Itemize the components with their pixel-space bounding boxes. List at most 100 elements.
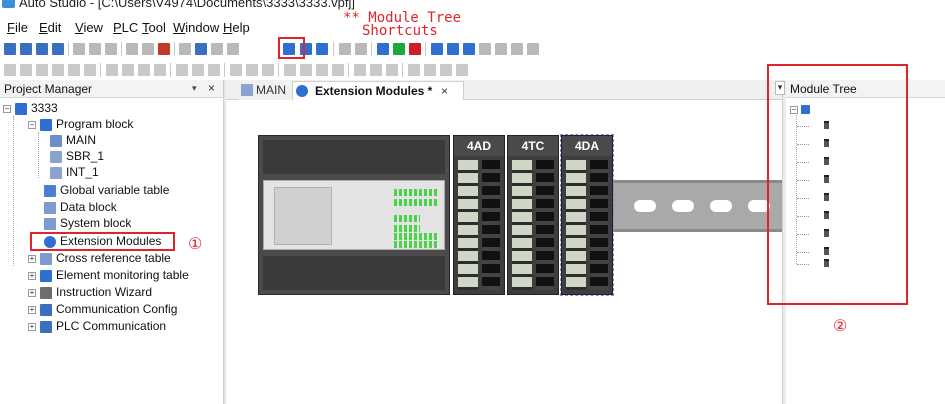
redo-icon[interactable] [142, 43, 154, 55]
toolbar-separator [100, 63, 101, 77]
delete-icon[interactable] [158, 43, 170, 55]
compare-icon[interactable] [447, 43, 459, 55]
tree-item-data-block[interactable]: Data block [32, 200, 222, 216]
menu-plc[interactable]: PLC [113, 20, 138, 35]
tree-item-main[interactable]: MAIN [50, 133, 170, 149]
menu-help[interactable]: Help [223, 20, 250, 35]
run-icon[interactable] [393, 43, 405, 55]
arrow-down-icon[interactable] [456, 64, 468, 76]
stop-icon[interactable] [409, 43, 421, 55]
insert-row-icon[interactable] [36, 64, 48, 76]
new-icon[interactable] [4, 43, 16, 55]
undo-icon[interactable] [126, 43, 138, 55]
ladder-icon[interactable] [4, 64, 16, 76]
input-leds [394, 199, 438, 206]
menu-tool[interactable]: Tool [142, 20, 166, 35]
box-icon[interactable] [20, 64, 32, 76]
tree-item-program-block[interactable]: − Program block [28, 117, 208, 133]
toolbar-separator [425, 42, 426, 56]
download-icon[interactable] [377, 43, 389, 55]
toolbar-separator [278, 63, 279, 77]
replace-icon[interactable] [195, 43, 207, 55]
contact-n-icon[interactable] [154, 64, 166, 76]
annotation-marker-2: ② [833, 316, 848, 335]
collapse-icon[interactable]: − [28, 121, 36, 129]
goto-icon[interactable] [211, 43, 223, 55]
tab-close-button[interactable]: × [441, 84, 448, 98]
coil-icon[interactable] [230, 64, 242, 76]
monitor-icon[interactable] [463, 43, 475, 55]
coil-set-icon[interactable] [246, 64, 258, 76]
tab-extension-modules[interactable]: Extension Modules * × [292, 81, 464, 100]
panel-right-icon[interactable] [316, 43, 328, 55]
rail-slot [710, 200, 732, 212]
expand-icon[interactable]: + [28, 255, 36, 263]
line-draw-icon[interactable] [408, 64, 420, 76]
expand-icon[interactable]: + [28, 306, 36, 314]
expand-icon[interactable]: + [28, 323, 36, 331]
bracket-icon[interactable] [386, 64, 398, 76]
jump-icon[interactable] [316, 64, 328, 76]
tab-main[interactable]: MAIN [238, 81, 300, 100]
branch-icon[interactable] [208, 64, 220, 76]
module-4tc[interactable]: 4TC [507, 135, 559, 295]
open-icon[interactable] [20, 43, 32, 55]
watch-icon[interactable] [511, 43, 523, 55]
collapse-icon[interactable]: − [3, 105, 11, 113]
compare-contact-icon[interactable] [354, 64, 366, 76]
expand-icon[interactable]: + [28, 289, 36, 297]
annotation-marker-1: ① [188, 234, 203, 253]
compile-icon[interactable] [339, 43, 351, 55]
delete-col-icon[interactable] [84, 64, 96, 76]
line-erase-icon[interactable] [424, 64, 436, 76]
close-icon[interactable]: × [208, 81, 215, 95]
tree-item-element-monitoring[interactable]: + Element monitoring table [28, 268, 223, 284]
call-icon[interactable] [300, 64, 312, 76]
plc-terminal-bottom [263, 256, 445, 290]
insert-col-icon[interactable] [52, 64, 64, 76]
menu-edit[interactable]: Edit [39, 20, 61, 35]
watch-all-icon[interactable] [527, 43, 539, 55]
save-icon[interactable] [36, 43, 48, 55]
box-contact-icon[interactable] [370, 64, 382, 76]
module-sockets [536, 160, 554, 290]
lock-icon[interactable] [495, 43, 507, 55]
tree-item-plc-communication[interactable]: + PLC Communication [28, 319, 223, 335]
menu-file[interactable]: File [7, 20, 28, 35]
plc-cpu-module[interactable] [258, 135, 450, 295]
tree-item-root[interactable]: − 3333 [3, 101, 203, 117]
toolbar-separator [174, 42, 175, 56]
status-icon[interactable] [479, 43, 491, 55]
delete-row-icon[interactable] [68, 64, 80, 76]
tree-item-cross-reference[interactable]: + Cross reference table [28, 251, 223, 267]
print-icon[interactable] [227, 43, 239, 55]
save-all-icon[interactable] [52, 43, 64, 55]
coil-reset-icon[interactable] [262, 64, 274, 76]
toolbar-separator [333, 42, 334, 56]
label-icon[interactable] [332, 64, 344, 76]
cut-icon[interactable] [73, 43, 85, 55]
tree-item-system-block[interactable]: System block [32, 216, 222, 232]
menu-window[interactable]: Window [173, 20, 219, 35]
function-icon[interactable] [284, 64, 296, 76]
tree-item-sbr[interactable]: SBR_1 [50, 149, 170, 165]
menu-view[interactable]: View [75, 20, 103, 35]
tree-item-instruction-wizard[interactable]: + Instruction Wizard [28, 285, 223, 301]
module-4ad[interactable]: 4AD [453, 135, 505, 295]
tree-item-communication-config[interactable]: + Communication Config [28, 302, 223, 318]
paste-icon[interactable] [105, 43, 117, 55]
expand-icon[interactable]: + [28, 272, 36, 280]
contact-no-icon[interactable] [106, 64, 118, 76]
tree-item-global-variables[interactable]: Global variable table [32, 183, 222, 199]
contact-p-icon[interactable] [138, 64, 150, 76]
compile-all-icon[interactable] [355, 43, 367, 55]
pin-icon[interactable]: ▾ [192, 83, 197, 94]
upload-icon[interactable] [431, 43, 443, 55]
vline-icon[interactable] [192, 64, 204, 76]
arrow-up-icon[interactable] [440, 64, 452, 76]
hline-icon[interactable] [176, 64, 188, 76]
contact-nc-icon[interactable] [122, 64, 134, 76]
copy-icon[interactable] [89, 43, 101, 55]
find-icon[interactable] [179, 43, 191, 55]
tree-item-int[interactable]: INT_1 [50, 165, 170, 181]
